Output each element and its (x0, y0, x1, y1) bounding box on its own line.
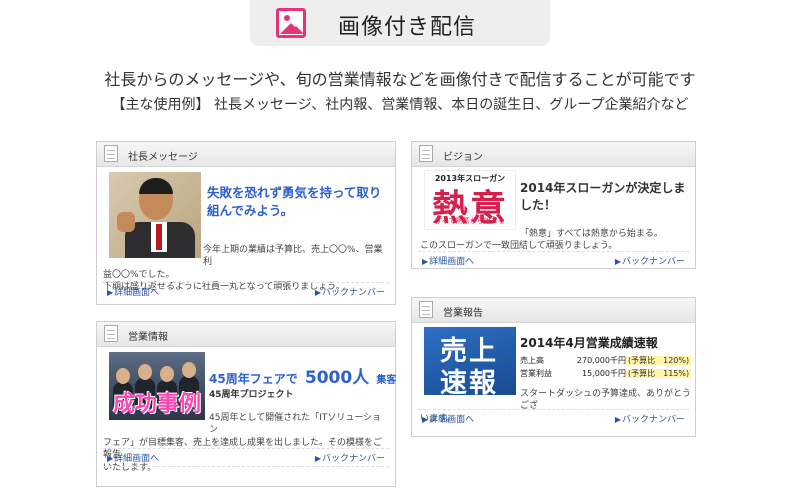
headline-line: した！ (520, 198, 557, 213)
headline-part: 45周年フェアで (209, 372, 298, 386)
headline-part: 集客 (376, 375, 397, 386)
headline-line: 2014年スローガンが決定しま (520, 181, 686, 195)
success-case-photo: 成功事例 (109, 352, 205, 420)
card-header: 社長メッセージ (97, 142, 395, 167)
document-icon (104, 325, 118, 342)
card-sales-report: 営業報告 売上 速報 2014年4月営業成績速報 売上高 270,000千円 (予算… (411, 297, 696, 437)
body-line: 今年上期の業績は予算比、売上〇〇%、営業利 (203, 245, 383, 268)
card-vision: ビジョン 2013年スローガン 熱意 すべて熱意から始まる 2014年スローガン… (411, 141, 696, 269)
page-title: 画像付き配信 (338, 15, 477, 40)
card-title: 営業情報 (128, 332, 168, 343)
hero-tab: 画像付き配信 (250, 0, 550, 46)
card-header: 営業情報 (97, 322, 395, 347)
headline: 失敗を恐れず勇気を持って取り 組んでみよう。 (207, 184, 381, 220)
body-line: 「熱意」すべては熱意から始まる。 (520, 229, 663, 239)
detail-link[interactable]: ▶詳細画面へ (422, 412, 474, 425)
stat-ratio: (予算比 115%) (626, 369, 692, 378)
document-icon (419, 301, 433, 318)
stat-label: 売上高 (520, 356, 544, 365)
card-title: ビジョン (443, 152, 483, 163)
detail-link[interactable]: ▶詳細画面へ (422, 254, 474, 267)
detail-link[interactable]: ▶詳細画面へ (107, 451, 159, 464)
card-sales-info: 営業情報 成功事例 45周年フェアで 5000人 集客 45周年プロジェクト 4… (96, 321, 396, 487)
headline-line: 組んでみよう。 (207, 203, 294, 219)
headline-line: 失敗を恐れず勇気を持って取り (207, 185, 382, 200)
divider (418, 409, 689, 410)
card-title: 社長メッセージ (128, 152, 198, 163)
stat-row-sales: 売上高 270,000千円 (予算比 120%) (520, 355, 692, 366)
stat-ratio: (予算比 120%) (626, 356, 692, 365)
card-header: 営業報告 (412, 298, 695, 323)
image-icon (276, 8, 306, 38)
headline: 2014年スローガンが決定しま した！ (520, 180, 685, 215)
card-president-message: 社長メッセージ 失敗を恐れず勇気を持って取り 組んでみよう。 今年上期の業績は予… (96, 141, 396, 305)
document-icon (104, 145, 118, 162)
card-body: 「熱意」すべては熱意から始まる。 このスローガンで一致団結して頑張りましょう。 (420, 228, 690, 253)
card-body: 45周年として開催された「ITソリューション フェア」が目標集客、売上を達成し成… (103, 412, 389, 474)
back-number-link[interactable]: ▶バックナンバー (615, 254, 685, 267)
stat-value: 270,000千円 (576, 356, 626, 365)
divider (418, 251, 689, 252)
stat-label: 営業利益 (520, 369, 552, 378)
back-number-link[interactable]: ▶バックナンバー (315, 285, 385, 298)
divider (103, 448, 389, 449)
card-title: 営業報告 (443, 308, 483, 319)
usage-examples: 【主な使用例】 社長メッセージ、社内報、営業情報、本日の誕生日、グループ企業紹介… (111, 97, 689, 113)
slogan-sub: すべて熱意から始まる (435, 217, 505, 225)
card-header: ビジョン (412, 142, 695, 167)
stat-value: 15,000千円 (582, 369, 626, 378)
headline: 2014年4月営業成績速報 (520, 336, 658, 350)
intro-text: 社長からのメッセージや、旬の営業情報などを画像付きで配信することが可能です (104, 70, 696, 89)
subheadline: 45周年プロジェクト (209, 390, 294, 400)
back-number-link[interactable]: ▶バックナンバー (315, 451, 385, 464)
headline: 45周年フェアで 5000人 集客 (209, 366, 396, 391)
body-line: 45周年として開催された「ITソリューション (209, 413, 382, 436)
detail-link[interactable]: ▶詳細画面へ (107, 285, 159, 298)
divider (103, 282, 389, 283)
body-line: 益〇〇%でした。 (103, 269, 175, 280)
stat-row-profit: 営業利益 15,000千円 (予算比 115%) (520, 368, 692, 379)
sales-flash-image: 売上 速報 (424, 327, 516, 395)
divider (103, 466, 389, 467)
slogan-image: 2013年スローガン 熱意 すべて熱意から始まる (424, 170, 516, 230)
back-number-link[interactable]: ▶バックナンバー (615, 412, 685, 425)
document-icon (419, 145, 433, 162)
headline-number: 5000人 (304, 368, 370, 388)
